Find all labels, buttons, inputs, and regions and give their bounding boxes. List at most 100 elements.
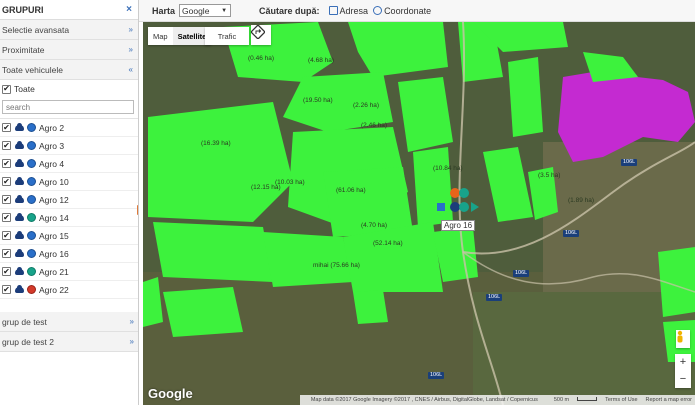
- vehicle-label: Agro 22: [39, 284, 69, 295]
- section-label: Proximitate: [2, 44, 45, 55]
- vehicle-list-item[interactable]: ✔ Agro 10: [0, 173, 138, 191]
- map-type-map-button[interactable]: Map: [148, 27, 173, 45]
- vehicle-checkbox[interactable]: ✔: [2, 141, 11, 150]
- road-label: 106L: [513, 270, 530, 277]
- chevron-up-icon: «: [128, 64, 134, 74]
- select-all-checkbox[interactable]: ✔: [2, 84, 11, 94]
- road-label: 106L: [563, 230, 580, 237]
- vehicle-label: Agro 10: [39, 176, 69, 187]
- section-label: Toate vehiculele: [2, 64, 63, 75]
- field-area-label: (16.39 ha): [201, 140, 231, 147]
- cloud-icon: [15, 140, 24, 149]
- road-label: 106L: [486, 294, 503, 301]
- map-type-control: Map Satellite: [148, 27, 212, 45]
- vehicle-list-item[interactable]: ✔ Agro 2: [0, 119, 138, 137]
- vehicle-status-icon: [27, 159, 36, 168]
- groups-sidebar: GRUPURI × Selectie avansata » Proximitat…: [0, 0, 139, 405]
- road-label: 106L: [428, 372, 445, 379]
- vehicle-checkbox[interactable]: ✔: [2, 249, 11, 258]
- vehicle-list-item[interactable]: ✔ Agro 4: [0, 155, 138, 173]
- cloud-icon: [15, 284, 24, 293]
- vehicle-checkbox[interactable]: ✔: [2, 177, 11, 186]
- zoom-in-button[interactable]: +: [680, 354, 686, 371]
- chevron-down-icon: »: [129, 336, 135, 346]
- coordinates-label: Coordonate: [384, 5, 432, 16]
- scale-bar: [577, 397, 598, 401]
- vehicle-list-item[interactable]: ✔ Agro 15: [0, 227, 138, 245]
- map-canvas[interactable]: (0.46 ha) (4.68 ha) (19.50 ha) (2.26 ha) (2.…: [143, 22, 695, 405]
- chevron-down-icon: »: [128, 44, 134, 54]
- group-item[interactable]: grup de test 2 »: [0, 332, 138, 352]
- vehicle-marker-cluster[interactable]: [433, 184, 483, 222]
- vehicle-label: Agro 14: [39, 212, 69, 223]
- close-icon[interactable]: ×: [126, 4, 132, 15]
- map-provider-select[interactable]: Google ▼: [179, 4, 232, 17]
- sidebar-title: GRUPURI: [2, 4, 44, 15]
- sidebar-resize-handle[interactable]: [137, 205, 138, 215]
- vehicle-marker-label[interactable]: Agro 16: [441, 220, 476, 231]
- group-list: grup de test » grup de test 2 »: [0, 312, 138, 352]
- search-by-coordinates-button[interactable]: Coordonate: [373, 6, 431, 16]
- vehicle-list-item[interactable]: ✔ Agro 12: [0, 191, 138, 209]
- vehicle-list-item[interactable]: ✔ Agro 3: [0, 137, 138, 155]
- group-label: grup de test: [2, 316, 47, 327]
- vehicle-checkbox[interactable]: ✔: [2, 231, 11, 240]
- app: GRUPURI × Selectie avansata » Proximitat…: [0, 0, 695, 405]
- sidebar-header: GRUPURI ×: [0, 0, 138, 20]
- report-error-link[interactable]: Report a map error: [646, 397, 692, 403]
- zoom-control: + −: [675, 354, 691, 388]
- cloud-icon: [15, 194, 24, 203]
- vehicle-checkbox[interactable]: ✔: [2, 213, 11, 222]
- map-scale: 500 m: [546, 397, 598, 403]
- traffic-button[interactable]: Trafic: [205, 27, 249, 45]
- vehicle-checkbox[interactable]: ✔: [2, 267, 11, 276]
- directions-icon[interactable]: [251, 25, 271, 45]
- cloud-icon: [15, 248, 24, 257]
- section-proximity[interactable]: Proximitate »: [0, 40, 138, 60]
- vehicle-list-item[interactable]: ✔ Agro 22: [0, 281, 138, 299]
- vehicle-checkbox[interactable]: ✔: [2, 195, 11, 204]
- section-all-vehicles[interactable]: Toate vehiculele «: [0, 60, 138, 80]
- search-by-address-button[interactable]: Adresa: [328, 5, 369, 16]
- field-area-label: (52.14 ha): [373, 240, 403, 247]
- map-icon: [328, 6, 338, 15]
- vehicle-checkbox[interactable]: ✔: [2, 123, 11, 132]
- field-area-label: (1.89 ha): [568, 197, 595, 204]
- map-toolbar: Harta Google ▼ Căutare după: Adresa Coor…: [139, 0, 695, 22]
- select-all-row[interactable]: ✔ Toate: [0, 80, 138, 98]
- cloud-icon: [15, 122, 24, 131]
- address-label: Adresa: [339, 5, 369, 16]
- google-logo: Google: [148, 386, 193, 401]
- field-area-label: (61.06 ha): [336, 187, 366, 194]
- vehicle-list: ✔ Agro 2 ✔ Agro 3 ✔ Agro 4 ✔ Agro 10 ✔ Agro 12 ✔ Ag…: [0, 118, 138, 299]
- field-area-label: (10.84 ha): [433, 165, 463, 172]
- vehicle-status-icon: [27, 213, 36, 222]
- vehicle-label: Agro 3: [39, 140, 65, 151]
- street-view-pegman-icon[interactable]: [676, 330, 690, 348]
- vehicle-status-icon: [27, 231, 36, 240]
- cloud-icon: [15, 158, 24, 167]
- group-item[interactable]: grup de test »: [0, 312, 138, 332]
- field-area-label: (12.15 ha): [251, 184, 281, 191]
- map-attribution: Map data ©2017 Google Imagery ©2017 , CN…: [299, 395, 695, 405]
- zoom-out-button[interactable]: −: [680, 371, 686, 388]
- cloud-icon: [15, 230, 24, 239]
- section-advanced-selection[interactable]: Selectie avansata »: [0, 20, 138, 40]
- vehicle-list-item[interactable]: ✔ Agro 21: [0, 263, 138, 281]
- vehicle-checkbox[interactable]: ✔: [2, 159, 11, 168]
- vehicle-label: Agro 2: [39, 122, 65, 133]
- vehicle-list-item[interactable]: ✔ Agro 16: [0, 245, 138, 263]
- terms-link[interactable]: Terms of Use: [605, 397, 637, 403]
- field-area-label: (4.70 ha): [361, 222, 388, 229]
- vehicle-checkbox[interactable]: ✔: [2, 285, 11, 294]
- vehicle-label: Agro 4: [39, 158, 65, 169]
- vehicle-list-item[interactable]: ✔ Agro 14: [0, 209, 138, 227]
- vehicle-status-icon: [27, 123, 36, 132]
- field-area-label: (19.50 ha): [303, 97, 333, 104]
- vehicle-search-input[interactable]: [2, 100, 134, 114]
- dropdown-arrow-icon: ▼: [221, 7, 228, 14]
- vehicle-status-icon: [27, 177, 36, 186]
- map-provider-label: Harta: [152, 5, 176, 16]
- cloud-icon: [15, 266, 24, 275]
- vehicle-status-icon: [27, 249, 36, 258]
